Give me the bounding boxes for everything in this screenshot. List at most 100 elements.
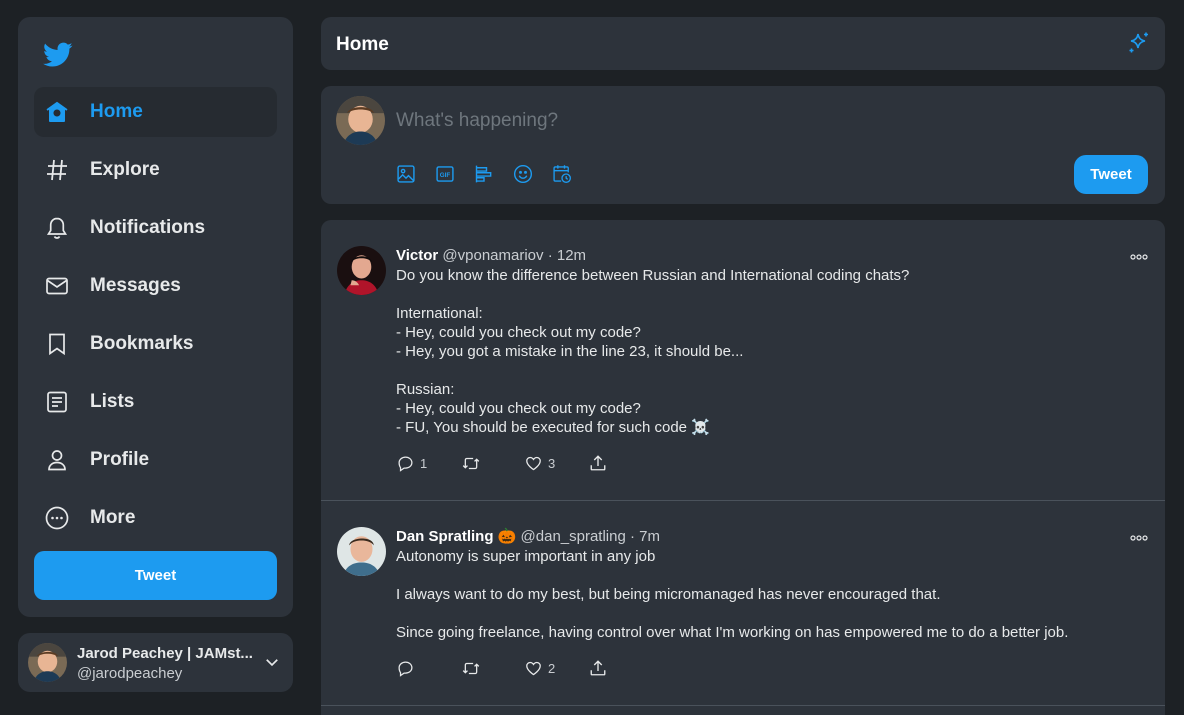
nav-item-lists[interactable]: Lists xyxy=(34,377,277,427)
nav-item-more[interactable]: More xyxy=(34,493,277,543)
page-header: Home xyxy=(321,17,1165,70)
tweet-text: Do you know the difference between Russi… xyxy=(396,266,1125,437)
account-name: Jarod Peachey | JAMst... xyxy=(77,645,253,662)
tweet-time: · 12m xyxy=(547,247,587,264)
share-icon xyxy=(590,660,606,676)
tweet-text: Autonomy is super important in any job I… xyxy=(396,547,1125,642)
image-icon[interactable] xyxy=(396,163,435,185)
author-handle[interactable]: @dan_spratling xyxy=(521,528,626,545)
author-name[interactable]: Dan Spratling 🎃 xyxy=(396,528,516,545)
share-icon xyxy=(590,455,606,471)
more-options-icon[interactable] xyxy=(1130,529,1148,547)
tweet-actions: 1 3 xyxy=(397,454,653,472)
more-options-icon[interactable] xyxy=(1130,248,1148,266)
reply-count: 1 xyxy=(420,455,428,471)
author-name[interactable]: Victor xyxy=(396,247,438,264)
tweet-line: Russian: xyxy=(396,381,455,398)
nav-label: Bookmarks xyxy=(90,333,194,354)
tweet-line: I always want to do my best, but being m… xyxy=(396,586,941,603)
tweet-time: · 7m xyxy=(630,528,660,545)
nav-item-profile[interactable]: Profile xyxy=(34,435,277,485)
avatar xyxy=(28,643,67,682)
avatar xyxy=(336,96,385,145)
timeline: Victor @vponamariov · 12m Do you know th… xyxy=(321,220,1165,715)
composer-toolbar: GIF xyxy=(396,163,591,185)
sparkle-icon[interactable] xyxy=(1127,31,1151,60)
tweet-line xyxy=(396,604,1125,623)
account-handle: @jarodpeachey xyxy=(77,665,183,682)
tweet-body: Dan Spratling 🎃 @dan_spratling · 7m Auto… xyxy=(396,527,1125,642)
nav-label: Home xyxy=(90,101,143,122)
svg-text:GIF: GIF xyxy=(440,172,451,179)
home-icon xyxy=(45,100,69,124)
tweet-line: - Hey, you got a mistake in the line 23,… xyxy=(396,343,744,360)
reply-icon xyxy=(398,455,413,472)
gif-icon[interactable]: GIF xyxy=(435,163,474,185)
sidebar: Home Explore Notifications Messages Book… xyxy=(18,17,293,617)
nav-item-notifications[interactable]: Notifications xyxy=(34,203,277,253)
poll-icon[interactable] xyxy=(474,163,513,185)
bookmark-icon xyxy=(45,332,69,356)
nav-item-explore[interactable]: Explore xyxy=(34,145,277,195)
nav-item-messages[interactable]: Messages xyxy=(34,261,277,311)
app-root: Home Explore Notifications Messages Book… xyxy=(0,0,1184,715)
like-count: 3 xyxy=(548,455,556,471)
heart-icon xyxy=(526,456,541,470)
twitter-bird-icon[interactable] xyxy=(43,42,75,74)
avatar[interactable] xyxy=(337,246,386,295)
tweet-line xyxy=(396,285,1125,304)
bell-icon xyxy=(45,216,69,240)
more-circle-icon xyxy=(45,506,69,530)
nav-label: Explore xyxy=(90,159,160,180)
tweet-line: - FU, You should be executed for such co… xyxy=(396,419,710,436)
chevron-down-icon[interactable] xyxy=(263,653,281,676)
tweet-line xyxy=(396,566,1125,585)
tweet-line: International: xyxy=(396,305,483,322)
hashtag-icon xyxy=(45,158,69,182)
compose-input[interactable] xyxy=(396,108,1096,134)
tweet-card[interactable]: Dan Spratling 🎃 @dan_spratling · 7m Auto… xyxy=(321,501,1165,706)
sidebar-tweet-button[interactable]: Tweet xyxy=(34,551,277,600)
author-handle[interactable]: @vponamariov xyxy=(442,247,543,264)
tweet-line: Since going freelance, having control ov… xyxy=(396,624,1069,641)
like-button[interactable]: 2 xyxy=(525,660,589,677)
envelope-icon xyxy=(45,274,69,298)
person-icon xyxy=(45,448,69,472)
nav-label: Lists xyxy=(90,391,135,412)
tweet-line: Autonomy is super important in any job xyxy=(396,548,656,565)
retweet-icon xyxy=(462,662,480,674)
like-button[interactable]: 3 xyxy=(525,455,589,472)
tweet-line xyxy=(396,361,1125,380)
tweet-card[interactable]: Victor @vponamariov · 12m Do you know th… xyxy=(321,220,1165,501)
emoji-icon[interactable] xyxy=(513,163,552,185)
nav-label: Notifications xyxy=(90,217,206,238)
schedule-icon[interactable] xyxy=(552,163,591,185)
avatar[interactable] xyxy=(337,527,386,576)
compose-tweet-button[interactable]: Tweet xyxy=(1074,155,1148,194)
retweet-icon xyxy=(462,457,480,469)
like-count: 2 xyxy=(548,660,556,676)
account-switcher[interactable]: Jarod Peachey | JAMst... @jarodpeachey xyxy=(18,633,293,692)
tweet-line: - Hey, could you check out my code? xyxy=(396,324,641,341)
list-icon xyxy=(45,390,69,414)
tweet-actions: 2 xyxy=(397,659,653,677)
tweet-composer: GIF Tweet xyxy=(321,86,1165,204)
retweet-button[interactable] xyxy=(461,455,525,472)
tweet-meta: Victor @vponamariov · 12m xyxy=(396,246,1125,266)
tweet-line: - Hey, could you check out my code? xyxy=(396,400,641,417)
reply-button[interactable]: 1 xyxy=(397,455,461,472)
reply-button[interactable] xyxy=(397,660,461,677)
reply-icon xyxy=(398,660,413,677)
nav-label: Profile xyxy=(90,449,150,470)
share-button[interactable] xyxy=(589,454,653,472)
tweet-body: Victor @vponamariov · 12m Do you know th… xyxy=(396,246,1125,437)
page-title: Home xyxy=(336,34,389,55)
nav-label: More xyxy=(90,507,136,528)
heart-icon xyxy=(526,661,541,675)
main-nav: Home Explore Notifications Messages Book… xyxy=(34,87,277,551)
nav-item-home[interactable]: Home xyxy=(34,87,277,137)
retweet-button[interactable] xyxy=(461,660,525,677)
nav-item-bookmarks[interactable]: Bookmarks xyxy=(34,319,277,369)
share-button[interactable] xyxy=(589,659,653,677)
tweet-line: Do you know the difference between Russi… xyxy=(396,267,910,284)
